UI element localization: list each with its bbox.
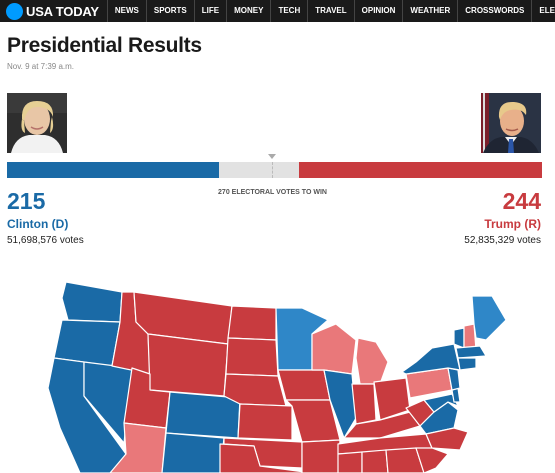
win-threshold-line	[272, 162, 273, 178]
trump-popular-votes: 52,835,329 votes	[464, 235, 541, 246]
nav-item-news[interactable]: NEWS	[106, 0, 146, 22]
trump-electoral-votes: 244	[502, 188, 541, 214]
state-kansas[interactable]	[237, 403, 293, 441]
state-connecticut[interactable]	[457, 357, 477, 371]
state-south-dakota[interactable]	[225, 337, 279, 377]
undecided-bar-segment	[219, 162, 299, 178]
state-nebraska[interactable]	[223, 373, 287, 407]
nav-item-sports[interactable]: SPORTS	[145, 0, 194, 22]
electoral-vote-bar	[7, 162, 542, 178]
state-alabama[interactable]	[361, 449, 389, 473]
state-washington[interactable]	[61, 281, 123, 323]
trump-photo	[481, 93, 541, 153]
timestamp: Nov. 9 at 7:39 a.m.	[7, 62, 74, 71]
state-arkansas[interactable]	[301, 439, 341, 473]
state-north-dakota[interactable]	[227, 305, 277, 341]
electoral-threshold-label: 270 ELECTORAL VOTES TO WIN	[218, 189, 327, 196]
nav-item-opinion[interactable]: OPINION	[353, 0, 403, 22]
nav-item-elections[interactable]: ELECTIONS 2016	[531, 0, 555, 22]
page-title: Presidential Results	[7, 34, 202, 57]
win-threshold-marker-icon	[268, 154, 276, 159]
logo-circle-icon	[6, 2, 23, 20]
state-massachusetts[interactable]	[455, 345, 487, 359]
nav-item-life[interactable]: LIFE	[193, 0, 226, 22]
nav-item-money[interactable]: MONEY	[226, 0, 270, 22]
clinton-photo	[7, 93, 67, 153]
trump-bar-segment	[299, 162, 542, 178]
state-indiana[interactable]	[351, 383, 377, 425]
nav-item-tech[interactable]: TECH	[270, 0, 307, 22]
logo-text: USA TODAY	[26, 3, 99, 19]
state-iowa[interactable]	[277, 369, 331, 401]
state-new-mexico[interactable]	[161, 432, 225, 473]
clinton-name: Clinton (D)	[7, 217, 69, 231]
state-vermont[interactable]	[453, 327, 465, 349]
state-wisconsin[interactable]	[311, 323, 357, 375]
top-nav-bar: USA TODAY NEWS SPORTS LIFE MONEY TECH TR…	[0, 0, 555, 22]
nav-menu: NEWS SPORTS LIFE MONEY TECH TRAVEL OPINI…	[106, 0, 555, 22]
state-wyoming[interactable]	[147, 333, 229, 397]
clinton-electoral-votes: 215	[7, 188, 46, 214]
state-michigan[interactable]	[355, 337, 389, 385]
state-mississippi[interactable]	[337, 451, 363, 473]
usa-today-logo[interactable]: USA TODAY	[0, 2, 99, 20]
clinton-popular-votes: 51,698,576 votes	[7, 235, 84, 246]
results-map	[47, 281, 507, 473]
clinton-bar-segment	[7, 162, 219, 178]
nav-item-travel[interactable]: TRAVEL	[307, 0, 353, 22]
trump-name: Trump (R)	[484, 217, 541, 231]
state-maine[interactable]	[471, 295, 507, 341]
nav-item-weather[interactable]: WEATHER	[402, 0, 457, 22]
nav-item-crosswords[interactable]: CROSSWORDS	[457, 0, 531, 22]
